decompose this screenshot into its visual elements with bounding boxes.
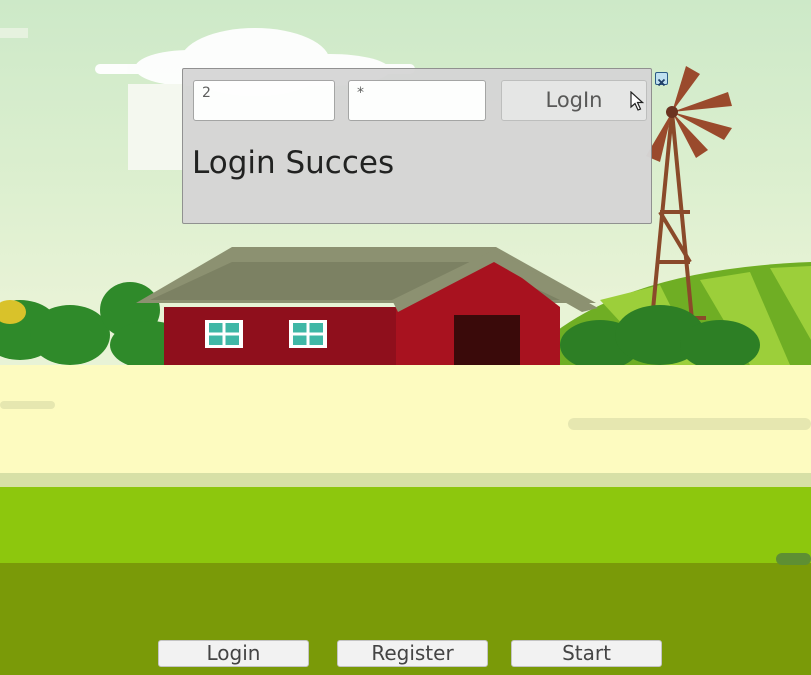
- mouse-pointer-icon: [630, 91, 644, 111]
- path-edge: [0, 473, 811, 487]
- sky-block: [128, 84, 186, 170]
- login-button[interactable]: Login: [158, 640, 309, 667]
- username-field[interactable]: 2: [193, 80, 335, 121]
- start-button[interactable]: Start: [511, 640, 662, 667]
- sky-strip: [0, 28, 28, 38]
- grass-band: [0, 487, 811, 563]
- path-streak: [0, 401, 55, 409]
- password-field[interactable]: *: [348, 80, 486, 121]
- login-status-message: Login Succes: [192, 145, 395, 181]
- game-scene: 2 * LogIn Login Succes Login Register St…: [0, 0, 811, 675]
- path-streak: [568, 418, 811, 430]
- windmill-hub: [666, 106, 678, 118]
- barn: [136, 247, 598, 369]
- register-button[interactable]: Register: [337, 640, 488, 667]
- close-button[interactable]: [655, 72, 668, 87]
- login-submit-button[interactable]: LogIn: [501, 80, 647, 121]
- login-panel: 2 * LogIn Login Succes: [182, 68, 652, 224]
- grass-streak: [776, 553, 811, 565]
- close-icon: [657, 78, 666, 87]
